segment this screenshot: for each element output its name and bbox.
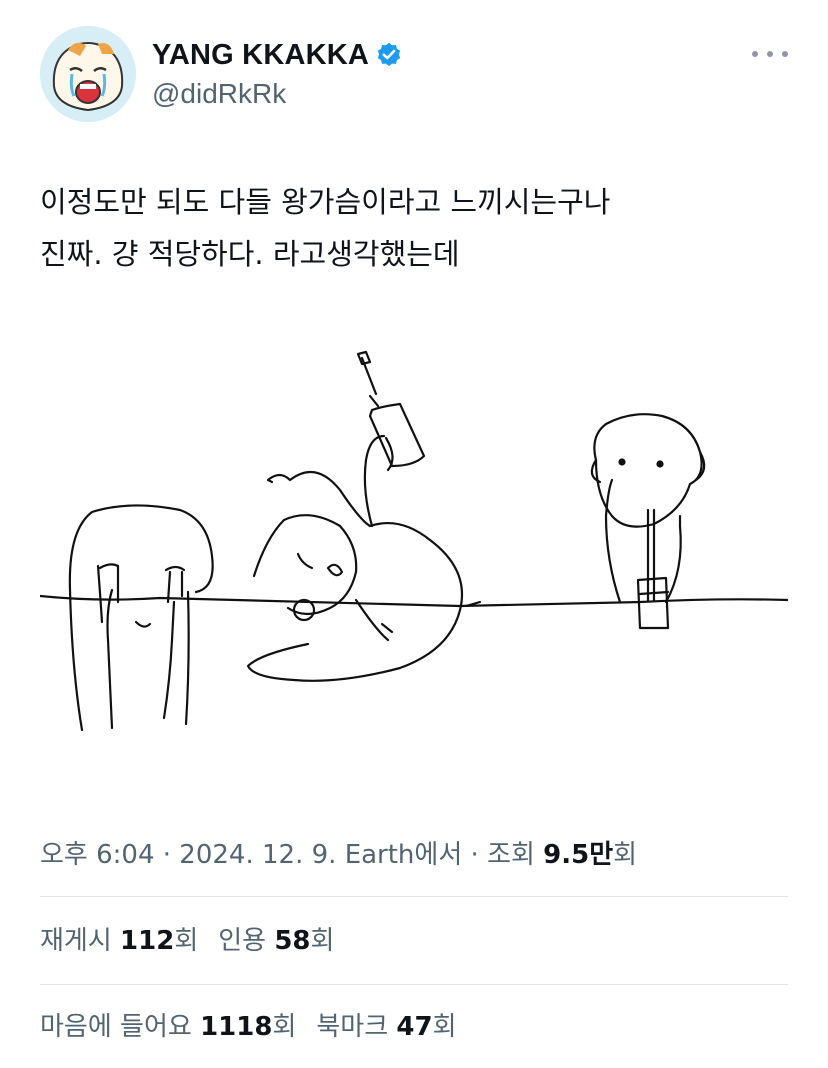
quotes-label: 인용: [218, 926, 267, 956]
tweet-date[interactable]: 2024. 12. 9.: [179, 840, 336, 870]
likes-stat[interactable]: 마음에 들어요 1118회: [40, 1012, 296, 1042]
bookmarks-unit: 회: [432, 1012, 457, 1042]
views-unit: 회: [613, 840, 638, 870]
tweet-text-line: 진짜. 걍 적당하다. 라고생각했는데: [40, 237, 460, 271]
separator: ·: [470, 840, 479, 870]
divider: [40, 896, 788, 897]
likes-label: 마음에 들어요: [40, 1012, 192, 1042]
bookmarks-stat[interactable]: 북마크 47회: [316, 1012, 456, 1042]
likes-count: 1118: [200, 1012, 273, 1042]
divider: [40, 984, 788, 985]
retweets-count: 112: [120, 926, 175, 956]
quotes-unit: 회: [310, 926, 335, 956]
likes-stats-row: 마음에 들어요 1118회 북마크 47회: [40, 1006, 788, 1043]
tweet-media-image[interactable]: [38, 340, 790, 740]
doodle-sketch-illustration-icon: [38, 350, 790, 732]
retweets-stat[interactable]: 재게시 112회: [40, 926, 198, 956]
avatar[interactable]: [40, 26, 136, 122]
display-name[interactable]: YANG KKAKKA: [152, 39, 369, 72]
quotes-count: 58: [274, 926, 311, 956]
dot-icon: [752, 51, 758, 57]
tweet-header: YANG KKAKKA @didRkRk: [40, 26, 788, 122]
dot-icon: [767, 51, 773, 57]
quotes-stat[interactable]: 인용 58회: [218, 926, 334, 956]
bookmarks-count: 47: [396, 1012, 433, 1042]
retweets-unit: 회: [174, 926, 199, 956]
tweet-source: Earth에서: [344, 840, 463, 870]
likes-unit: 회: [272, 1012, 297, 1042]
retweets-label: 재게시: [40, 926, 112, 956]
bookmarks-label: 북마크: [316, 1012, 389, 1042]
separator: ·: [162, 840, 172, 870]
crying-face-icon: [40, 26, 136, 122]
views-count[interactable]: 9.5만: [543, 840, 613, 870]
repost-stats-row: 재게시 112회 인용 58회: [40, 920, 788, 957]
more-options-icon[interactable]: [752, 42, 788, 66]
verified-badge-icon: [377, 42, 401, 67]
tweet-text-line: 이정도만 되도 다들 왕가슴이라고 느끼시는구나: [40, 185, 611, 219]
user-handle[interactable]: @didRkRk: [152, 78, 403, 110]
dot-icon: [782, 51, 788, 57]
tweet-meta: 오후 6:04 · 2024. 12. 9. Earth에서 · 조회 9.5만…: [40, 834, 788, 871]
tweet-time[interactable]: 오후 6:04: [40, 840, 155, 870]
tweet-text: 이정도만 되도 다들 왕가슴이라고 느끼시는구나 진짜. 걍 적당하다. 라고생…: [40, 176, 788, 280]
views-label: 조회: [487, 840, 535, 870]
